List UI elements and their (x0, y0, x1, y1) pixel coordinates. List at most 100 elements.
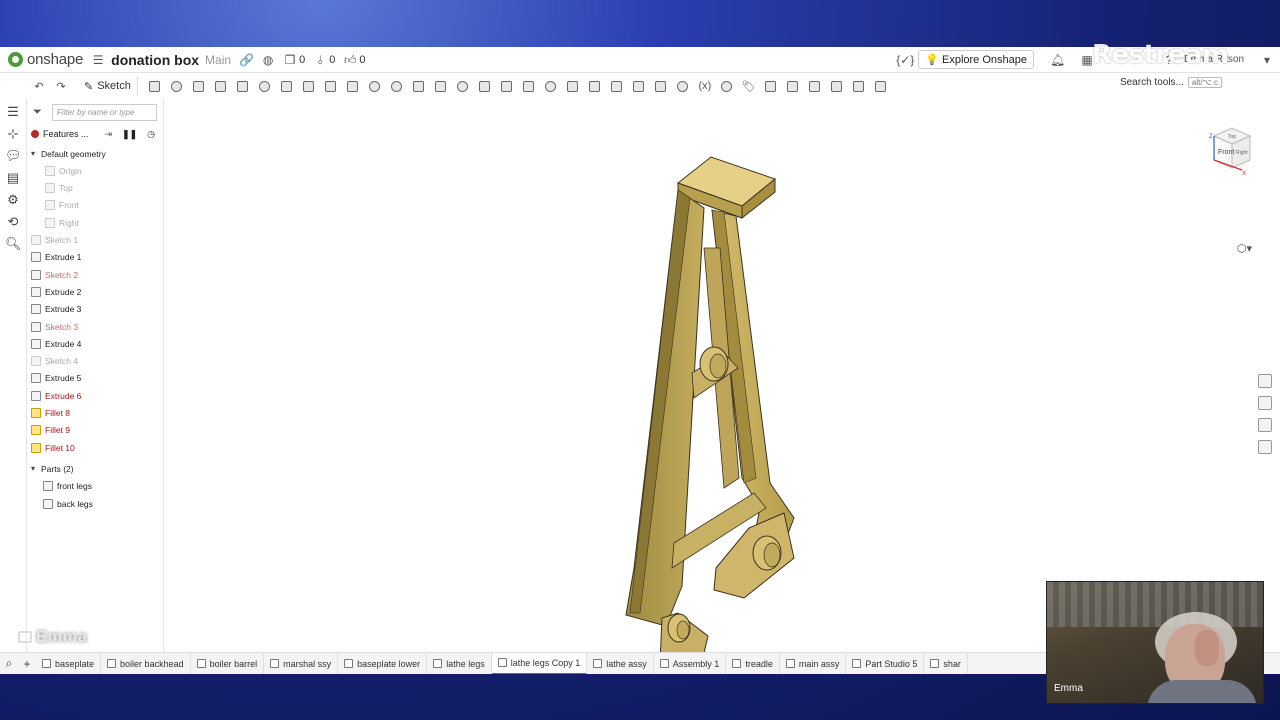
document-tab[interactable]: marshal ssy (264, 653, 339, 674)
bom-icon[interactable]: ▤ (5, 170, 21, 186)
comments-icon[interactable]: 💬︎ (5, 148, 22, 164)
feature-item[interactable]: Fillet 8 (31, 405, 70, 422)
tab-search-icon[interactable]: ⌕ (0, 653, 18, 674)
feature-item[interactable]: Extrude 3 (31, 301, 81, 318)
like-icon[interactable]: 👍︎ (343, 53, 357, 67)
transform-icon[interactable] (498, 77, 516, 95)
document-tab[interactable]: shar (924, 653, 968, 674)
document-tab[interactable]: Assembly 1 (654, 653, 727, 674)
add-tab-icon[interactable]: + (18, 653, 36, 674)
search-tools[interactable]: Search tools... alt/⌥ c (1120, 77, 1222, 88)
3d-viewport[interactable]: Top Front Right Z X ⬡▾ (164, 98, 1280, 653)
geometry-item[interactable]: Origin (45, 162, 82, 179)
feature-item[interactable]: Extrude 4 (31, 335, 81, 352)
shell-icon[interactable] (344, 77, 362, 95)
document-tab[interactable]: baseplate lower (338, 653, 428, 674)
branch-label[interactable]: Main (205, 53, 231, 67)
timer-icon[interactable]: ◷ (147, 129, 155, 140)
frame-icon[interactable] (784, 77, 802, 95)
documents-icon[interactable]: ❐ (283, 53, 297, 67)
extrude-icon[interactable] (146, 77, 164, 95)
document-tab[interactable]: baseplate (36, 653, 102, 674)
feature-list-icon[interactable]: ☰ (5, 104, 21, 120)
cylinder-icon[interactable] (388, 77, 406, 95)
feature-item[interactable]: Sketch 2 (31, 266, 78, 283)
loft-icon[interactable] (212, 77, 230, 95)
rib-icon[interactable] (322, 77, 340, 95)
globe-icon[interactable]: ◍ (261, 53, 275, 67)
geometry-item[interactable]: Right (45, 214, 79, 231)
pattern-icon[interactable] (410, 77, 428, 95)
render-studio-icon[interactable] (872, 77, 890, 95)
document-tab[interactable]: Part Studio 5 (846, 653, 925, 674)
pause-icon[interactable]: ❚❚ (122, 129, 137, 140)
replace-face-icon[interactable] (586, 77, 604, 95)
move-face-icon[interactable] (564, 77, 582, 95)
split-icon[interactable] (476, 77, 494, 95)
custom-features-icon[interactable] (850, 77, 868, 95)
document-tab[interactable]: treadle (726, 653, 780, 674)
section-view-icon[interactable] (1258, 418, 1272, 432)
sheet-metal-icon[interactable] (762, 77, 780, 95)
tag-icon[interactable]: 🏷︎ (740, 77, 758, 95)
filter-icon[interactable]: ⏷ (33, 106, 42, 119)
feature-item[interactable]: Extrude 2 (31, 283, 81, 300)
part-item[interactable]: front legs (43, 478, 92, 495)
revolve-icon[interactable] (168, 77, 186, 95)
variables-icon[interactable]: {✓} (896, 53, 914, 67)
display-states-icon[interactable] (1258, 374, 1272, 388)
versions-icon[interactable]: ⫰ (313, 53, 327, 67)
document-tab[interactable]: main assy (780, 653, 847, 674)
mate-connector-icon[interactable] (652, 77, 670, 95)
plane-icon[interactable] (630, 77, 648, 95)
boolean-icon[interactable] (454, 77, 472, 95)
mirror-icon[interactable] (432, 77, 450, 95)
modify-fillet-icon[interactable] (542, 77, 560, 95)
mate-icon[interactable]: ⊹ (5, 126, 21, 142)
delete-part-icon[interactable] (520, 77, 538, 95)
feature-item[interactable]: Extrude 5 (31, 370, 81, 387)
notifications-icon[interactable]: 🔔︎ (1050, 53, 1065, 67)
composite-icon[interactable] (718, 77, 736, 95)
sweep-icon[interactable] (190, 77, 208, 95)
view-cube[interactable]: Top Front Right Z X (1192, 118, 1262, 188)
document-title[interactable]: donation box (111, 52, 199, 68)
features-label[interactable]: Features ... (43, 129, 89, 139)
view-options-icon[interactable]: ⬡▾ (1237, 242, 1252, 255)
geometry-item[interactable]: Top (45, 180, 73, 197)
wrap-icon[interactable] (806, 77, 824, 95)
chevron-down-icon[interactable]: ▾ (31, 464, 41, 473)
link-icon[interactable]: 🔗 (239, 53, 254, 67)
undo-icon[interactable]: ↶ (30, 77, 48, 95)
thicken-icon[interactable] (234, 77, 252, 95)
part-item[interactable]: back legs (43, 495, 93, 512)
onshape-logo[interactable]: onshape (8, 51, 83, 68)
feature-item[interactable]: Sketch 1 (31, 232, 78, 249)
fillet-icon[interactable] (256, 77, 274, 95)
offset-surface-icon[interactable] (608, 77, 626, 95)
explode-icon[interactable] (1258, 440, 1272, 454)
feature-item[interactable]: Fillet 10 (31, 439, 75, 456)
hamburger-menu-icon[interactable]: ☰ (91, 53, 105, 67)
variable-icon[interactable]: (x) (696, 77, 714, 95)
rollback-icon[interactable]: ⇥ (105, 129, 113, 140)
lathe-leg-model[interactable] (164, 98, 1280, 653)
feature-item[interactable]: Sketch 4 (31, 353, 78, 370)
feature-item[interactable]: Extrude 1 (31, 249, 81, 266)
geometry-item[interactable]: Front (45, 197, 79, 214)
history-icon[interactable]: ⟲ (5, 214, 21, 230)
named-views-icon[interactable] (1258, 396, 1272, 410)
more-tools-icon[interactable] (828, 77, 846, 95)
document-tab[interactable]: boiler barrel (191, 653, 265, 674)
redo-icon[interactable]: ↷ (52, 77, 70, 95)
parts-group[interactable]: ▾ Parts (2) (31, 460, 74, 477)
inspect-icon[interactable]: 🔍︎ (5, 236, 22, 252)
chamfer-icon[interactable] (278, 77, 296, 95)
sketch-button[interactable]: ✎ Sketch (78, 76, 138, 96)
document-tab[interactable]: lathe legs Copy 1 (491, 653, 588, 674)
feature-item[interactable]: Sketch 3 (31, 318, 78, 335)
document-tab[interactable]: boiler backhead (101, 653, 191, 674)
hole-icon[interactable] (366, 77, 384, 95)
filter-input[interactable]: Filter by name or type (52, 104, 157, 121)
helix-icon[interactable] (674, 77, 692, 95)
